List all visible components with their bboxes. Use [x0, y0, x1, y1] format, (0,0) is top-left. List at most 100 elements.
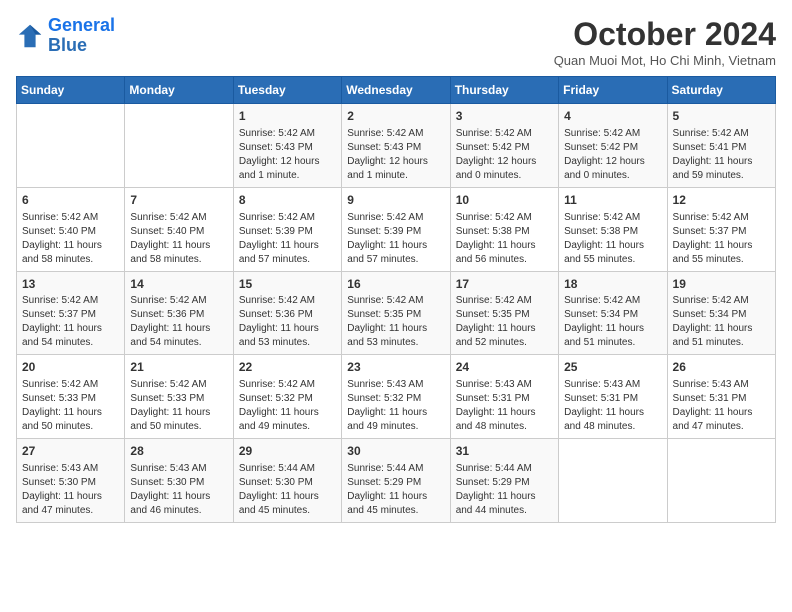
cell-info: and 47 minutes.	[673, 420, 770, 434]
cell-info: Sunset: 5:31 PM	[673, 392, 770, 406]
cell-info: Daylight: 11 hours	[347, 322, 444, 336]
cell-info: and 57 minutes.	[347, 253, 444, 267]
calendar-cell	[17, 104, 125, 188]
calendar-cell: 17Sunrise: 5:42 AMSunset: 5:35 PMDayligh…	[450, 271, 558, 355]
cell-info: Sunrise: 5:43 AM	[347, 378, 444, 392]
cell-info: and 50 minutes.	[130, 420, 227, 434]
cell-info: Sunrise: 5:42 AM	[347, 294, 444, 308]
cell-info: and 54 minutes.	[22, 336, 119, 350]
cell-info: Daylight: 11 hours	[130, 239, 227, 253]
day-number: 2	[347, 108, 444, 125]
calendar-cell: 4Sunrise: 5:42 AMSunset: 5:42 PMDaylight…	[559, 104, 667, 188]
cell-info: Daylight: 11 hours	[673, 322, 770, 336]
cell-info: and 50 minutes.	[22, 420, 119, 434]
cell-info: Sunset: 5:38 PM	[564, 225, 661, 239]
cell-info: Sunset: 5:29 PM	[347, 476, 444, 490]
cell-info: and 48 minutes.	[564, 420, 661, 434]
cell-info: and 1 minute.	[239, 169, 336, 183]
cell-info: Daylight: 11 hours	[22, 406, 119, 420]
cell-info: and 0 minutes.	[564, 169, 661, 183]
day-number: 12	[673, 192, 770, 209]
calendar-cell: 23Sunrise: 5:43 AMSunset: 5:32 PMDayligh…	[342, 355, 450, 439]
calendar-header: SundayMondayTuesdayWednesdayThursdayFrid…	[17, 77, 776, 104]
cell-info: Sunrise: 5:42 AM	[22, 294, 119, 308]
calendar-cell: 18Sunrise: 5:42 AMSunset: 5:34 PMDayligh…	[559, 271, 667, 355]
cell-info: Sunset: 5:33 PM	[22, 392, 119, 406]
cell-info: Daylight: 11 hours	[456, 322, 553, 336]
day-number: 28	[130, 443, 227, 460]
calendar-cell: 28 Sunrise: 5:43 AMSunset: 5:30 PMDayligh…	[125, 439, 233, 523]
cell-info: Daylight: 11 hours	[130, 322, 227, 336]
cell-info: Sunset: 5:32 PM	[239, 392, 336, 406]
logo-icon	[16, 22, 44, 50]
calendar-cell: 25Sunrise: 5:43 AMSunset: 5:31 PMDayligh…	[559, 355, 667, 439]
cell-info: and 45 minutes.	[347, 504, 444, 518]
day-number: 8	[239, 192, 336, 209]
cell-info: Sunrise: 5:43 AM	[564, 378, 661, 392]
day-number: 4	[564, 108, 661, 125]
calendar-week-row: 13Sunrise: 5:42 AMSunset: 5:37 PMDayligh…	[17, 271, 776, 355]
day-number: 5	[673, 108, 770, 125]
cell-info: Daylight: 12 hours	[239, 155, 336, 169]
title-block: October 2024 Quan Muoi Mot, Ho Chi Minh,…	[554, 16, 776, 68]
cell-info: and 48 minutes.	[456, 420, 553, 434]
cell-info: Sunset: 5:30 PM	[22, 476, 119, 490]
page-header: General Blue October 2024 Quan Muoi Mot,…	[16, 16, 776, 68]
cell-info: Sunset: 5:41 PM	[673, 141, 770, 155]
calendar-cell: 10Sunrise: 5:42 AMSunset: 5:38 PMDayligh…	[450, 187, 558, 271]
cell-info: Sunset: 5:43 PM	[347, 141, 444, 155]
day-number: 25	[564, 359, 661, 376]
day-of-week-header: Sunday	[17, 77, 125, 104]
calendar-cell: 3Sunrise: 5:42 AMSunset: 5:42 PMDaylight…	[450, 104, 558, 188]
calendar-cell: 14Sunrise: 5:42 AMSunset: 5:36 PMDayligh…	[125, 271, 233, 355]
cell-info: and 54 minutes.	[130, 336, 227, 350]
cell-info: Sunrise: 5:42 AM	[564, 211, 661, 225]
cell-info: Sunrise: 5:42 AM	[673, 127, 770, 141]
day-number: 18	[564, 276, 661, 293]
logo: General Blue	[16, 16, 115, 56]
day-number: 6	[22, 192, 119, 209]
calendar-cell: 1Sunrise: 5:42 AMSunset: 5:43 PMDaylight…	[233, 104, 341, 188]
cell-info: Daylight: 11 hours	[22, 239, 119, 253]
cell-info: Sunrise: 5:42 AM	[456, 127, 553, 141]
cell-info: Sunset: 5:35 PM	[456, 308, 553, 322]
calendar-cell: 12Sunrise: 5:42 AMSunset: 5:37 PMDayligh…	[667, 187, 775, 271]
cell-info: Daylight: 11 hours	[130, 490, 227, 504]
day-number: 16	[347, 276, 444, 293]
cell-info: Daylight: 11 hours	[239, 239, 336, 253]
cell-info: and 56 minutes.	[456, 253, 553, 267]
day-of-week-header: Thursday	[450, 77, 558, 104]
calendar-cell: 31Sunrise: 5:44 AMSunset: 5:29 PMDayligh…	[450, 439, 558, 523]
cell-info: Sunrise: 5:43 AM	[22, 462, 119, 476]
day-number: 13	[22, 276, 119, 293]
cell-info: Sunrise: 5:42 AM	[22, 378, 119, 392]
cell-info: Sunset: 5:29 PM	[456, 476, 553, 490]
cell-info: and 44 minutes.	[456, 504, 553, 518]
cell-info: Daylight: 11 hours	[673, 406, 770, 420]
calendar-cell	[125, 104, 233, 188]
day-number: 31	[456, 443, 553, 460]
cell-info: Sunrise: 5:43 AM	[130, 462, 227, 476]
day-number: 22	[239, 359, 336, 376]
calendar-week-row: 6Sunrise: 5:42 AMSunset: 5:40 PMDaylight…	[17, 187, 776, 271]
day-number: 26	[673, 359, 770, 376]
cell-info: Sunset: 5:36 PM	[239, 308, 336, 322]
calendar-cell: 30Sunrise: 5:44 AMSunset: 5:29 PMDayligh…	[342, 439, 450, 523]
cell-info: Sunrise: 5:42 AM	[130, 294, 227, 308]
cell-info: Sunrise: 5:42 AM	[347, 127, 444, 141]
cell-info: Sunrise: 5:44 AM	[456, 462, 553, 476]
cell-info: Daylight: 11 hours	[239, 322, 336, 336]
cell-info: Daylight: 11 hours	[347, 490, 444, 504]
calendar-cell: 26Sunrise: 5:43 AMSunset: 5:31 PMDayligh…	[667, 355, 775, 439]
calendar-cell: 2Sunrise: 5:42 AMSunset: 5:43 PMDaylight…	[342, 104, 450, 188]
calendar-cell: 29Sunrise: 5:44 AMSunset: 5:30 PMDayligh…	[233, 439, 341, 523]
calendar-cell: 21Sunrise: 5:42 AMSunset: 5:33 PMDayligh…	[125, 355, 233, 439]
cell-info: and 51 minutes.	[673, 336, 770, 350]
cell-info: Sunset: 5:33 PM	[130, 392, 227, 406]
day-number: 29	[239, 443, 336, 460]
cell-info: Sunset: 5:40 PM	[130, 225, 227, 239]
cell-info: Sunrise: 5:42 AM	[564, 127, 661, 141]
calendar-cell: 9Sunrise: 5:42 AMSunset: 5:39 PMDaylight…	[342, 187, 450, 271]
cell-info: Sunset: 5:30 PM	[130, 476, 227, 490]
calendar-cell: 8Sunrise: 5:42 AMSunset: 5:39 PMDaylight…	[233, 187, 341, 271]
